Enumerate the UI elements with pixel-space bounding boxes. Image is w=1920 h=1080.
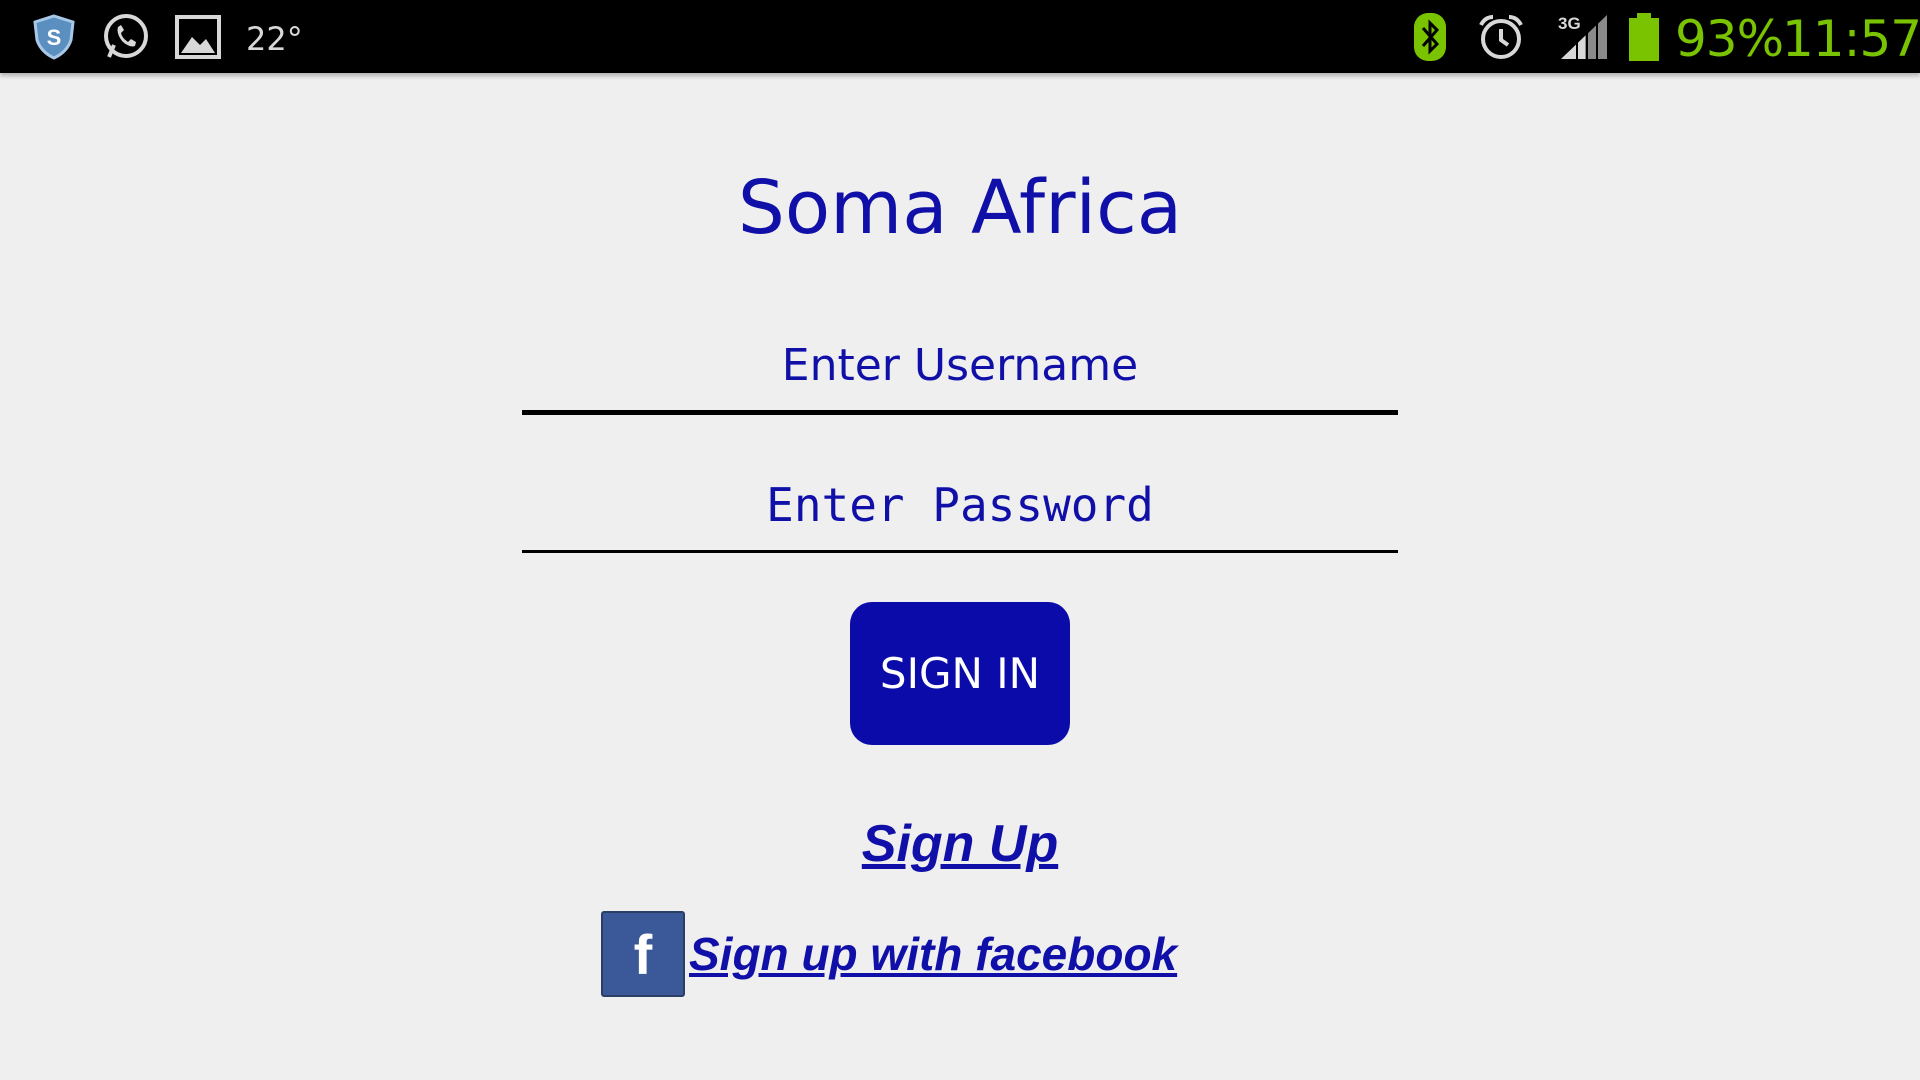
password-field-wrapper [522,460,1398,553]
alarm-icon [1474,0,1528,73]
sign-up-link[interactable]: Sign Up [862,815,1058,873]
battery-icon [1626,0,1662,73]
temperature-text: 22° [246,20,303,58]
shield-icon: S [28,0,80,73]
facebook-icon[interactable]: f [601,911,685,997]
svg-text:S: S [47,25,62,50]
gallery-icon [172,0,224,73]
whatsapp-icon [98,0,154,73]
signal-3g-icon: 3G [1556,0,1612,73]
clock-text: 11:57 [1782,10,1920,68]
screen: S 22° 3G 93% 11:57 Soma Africa Enter Use… [0,0,1920,1080]
facebook-signup-link[interactable]: Sign up with facebook [689,927,1177,981]
facebook-signup-row: f Sign up with facebook [601,909,1177,999]
sign-in-button[interactable]: SIGN IN [850,602,1070,745]
status-bar: S 22° 3G 93% 11:57 [0,0,1920,73]
battery-percent-text: 93% [1675,10,1784,68]
app-title: Soma Africa [737,165,1183,251]
username-input[interactable] [522,320,1398,415]
password-input[interactable] [522,460,1398,553]
bluetooth-icon [1412,0,1448,73]
sign-up-link-row: Sign Up [0,814,1920,874]
svg-text:3G: 3G [1558,14,1581,33]
username-field-wrapper [522,320,1398,415]
